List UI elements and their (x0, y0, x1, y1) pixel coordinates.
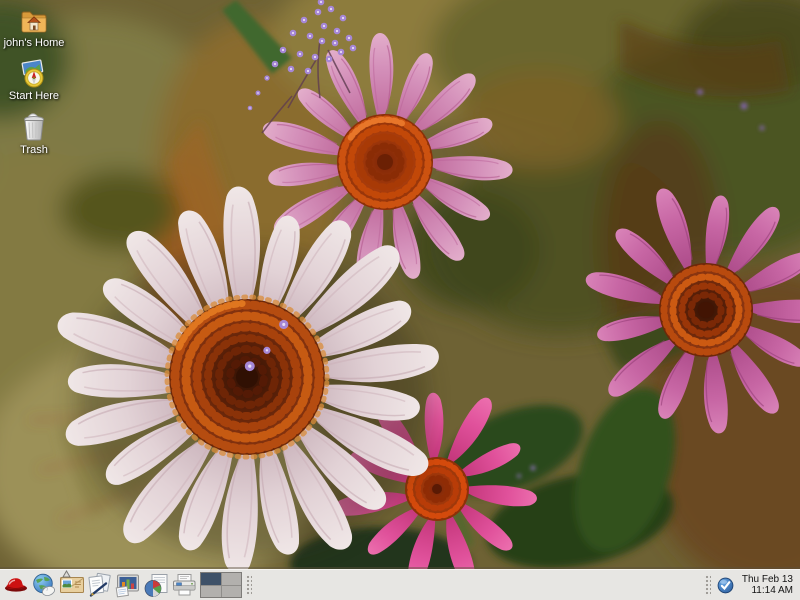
desktop: john's Home Start Here (0, 0, 800, 600)
gnome-panel: Thu Feb 13 11:14 AM (0, 569, 800, 600)
desktop-icon-trash[interactable]: Trash (0, 111, 68, 156)
word-processor-launcher[interactable] (86, 571, 114, 600)
workspace-cell-2[interactable] (222, 573, 242, 585)
web-browser-launcher[interactable] (30, 571, 58, 600)
printer-icon (171, 573, 198, 597)
desktop-icon-label: john's Home (4, 37, 65, 49)
desktop-icon-start-here[interactable]: Start Here (0, 58, 68, 102)
trash-can-icon (18, 111, 50, 142)
desktop-icon-label: Trash (20, 144, 48, 156)
pie-chart-document-icon (143, 573, 169, 598)
start-here-compass-icon (18, 58, 50, 88)
desktop-icon-johns-home[interactable]: john's Home (0, 5, 68, 49)
documents-pen-icon (87, 572, 113, 598)
blue-check-circle-icon (717, 577, 734, 594)
presentation-launcher[interactable] (114, 571, 142, 600)
clock-time: 11:14 AM (742, 585, 793, 597)
workspace-cell-1[interactable] (201, 573, 221, 585)
desktop-icon-label: Start Here (9, 90, 59, 102)
globe-mouse-icon (31, 572, 57, 598)
clock-applet[interactable]: Thu Feb 13 11:14 AM (738, 574, 798, 597)
clock-date: Thu Feb 13 (742, 574, 793, 586)
notification-area-handle[interactable] (704, 574, 711, 596)
desktop-icon-column: john's Home Start Here (0, 5, 68, 156)
workspace-cell-4[interactable] (222, 586, 242, 598)
drawer-arrow-icon (62, 570, 71, 578)
workspace-switcher[interactable] (200, 572, 242, 598)
bar-chart-screen-icon (115, 573, 141, 598)
redhat-fedora-icon (3, 572, 29, 598)
spreadsheet-launcher[interactable] (142, 571, 170, 600)
update-notifier-button[interactable] (716, 575, 736, 595)
main-menu-button[interactable] (2, 571, 30, 600)
wallpaper-coneflower-photo (0, 0, 800, 600)
print-manager-launcher[interactable] (170, 571, 198, 600)
workspace-cell-3[interactable] (201, 586, 221, 598)
home-folder-icon (18, 5, 50, 35)
panel-handle[interactable] (245, 574, 252, 596)
